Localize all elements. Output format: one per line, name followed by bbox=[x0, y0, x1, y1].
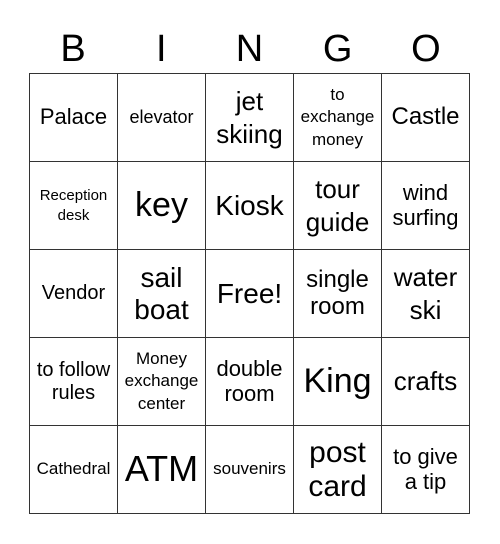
bingo-cell[interactable]: sail boat bbox=[118, 250, 206, 338]
bingo-cell[interactable]: Money exchange center bbox=[118, 338, 206, 426]
header-letter-o: O bbox=[411, 28, 441, 70]
header-letter-g: G bbox=[322, 28, 353, 70]
bingo-cell[interactable]: double room bbox=[206, 338, 294, 426]
bingo-cell[interactable]: jet skiing bbox=[206, 74, 294, 162]
header-letter-i: I bbox=[156, 28, 167, 70]
bingo-cell[interactable]: to exchange money bbox=[294, 74, 382, 162]
bingo-cell[interactable]: post card bbox=[294, 426, 382, 514]
bingo-cell[interactable]: Kiosk bbox=[206, 162, 294, 250]
bingo-cell[interactable]: tour guide bbox=[294, 162, 382, 250]
bingo-cell[interactable]: key bbox=[118, 162, 206, 250]
bingo-cell[interactable]: to follow rules bbox=[30, 338, 118, 426]
bingo-cell[interactable]: water ski bbox=[382, 250, 470, 338]
header-letter-n: N bbox=[235, 28, 264, 70]
bingo-cell[interactable]: elevator bbox=[118, 74, 206, 162]
bingo-cell free-space[interactable]: Free! bbox=[206, 250, 294, 338]
bingo-cell[interactable]: Palace bbox=[30, 74, 118, 162]
bingo-cell[interactable]: wind surfing bbox=[382, 162, 470, 250]
bingo-cell[interactable]: single room bbox=[294, 250, 382, 338]
bingo-grid: Palace elevator jet skiing to exchange m… bbox=[29, 73, 470, 514]
bingo-cell[interactable]: ATM bbox=[118, 426, 206, 514]
header-letter-b: B bbox=[60, 28, 86, 70]
bingo-cell[interactable]: Cathedral bbox=[30, 426, 118, 514]
bingo-cell[interactable]: King bbox=[294, 338, 382, 426]
bingo-cell[interactable]: Castle bbox=[382, 74, 470, 162]
bingo-cell[interactable]: to give a tip bbox=[382, 426, 470, 514]
bingo-cell[interactable]: souvenirs bbox=[206, 426, 294, 514]
bingo-cell[interactable]: Reception desk bbox=[30, 162, 118, 250]
bingo-cell[interactable]: crafts bbox=[382, 338, 470, 426]
bingo-header: B I N G O bbox=[29, 24, 470, 74]
bingo-cell[interactable]: Vendor bbox=[30, 250, 118, 338]
